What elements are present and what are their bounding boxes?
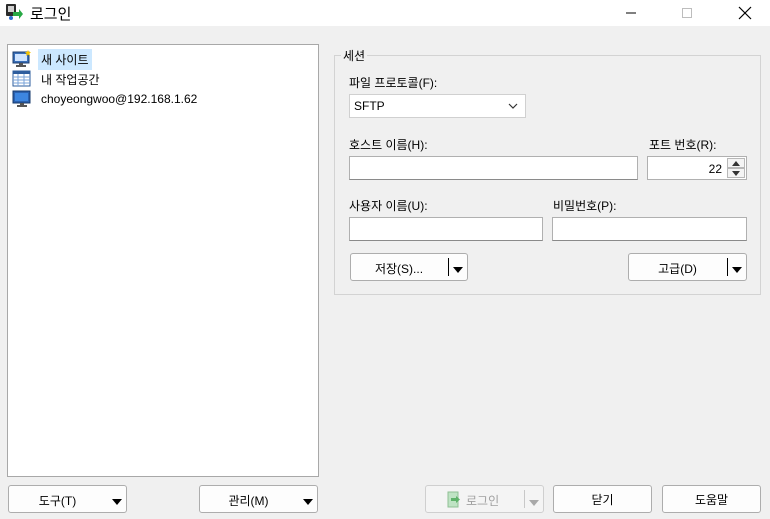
port-stepper[interactable]: 22	[647, 156, 747, 180]
dropdown-arrow-icon[interactable]	[452, 263, 464, 273]
tree-item-new-site[interactable]: 새 사이트	[12, 48, 92, 70]
maximize-icon[interactable]	[664, 0, 710, 26]
protocol-select[interactable]: SFTP	[349, 94, 526, 118]
login-button[interactable]: 로그인	[425, 485, 544, 513]
site-tree[interactable]: 새 사이트 내 작업공간 choyeongwoo@192.168.1.62	[7, 44, 319, 477]
user-field[interactable]	[349, 217, 543, 241]
user-label: 사용자 이름(U):	[349, 199, 428, 213]
tree-item-label: choyeongwoo@192.168.1.62	[41, 92, 198, 106]
dropdown-arrow-icon	[111, 495, 123, 505]
port-label: 포트 번호(R):	[649, 138, 717, 152]
password-label: 비밀번호(P):	[553, 199, 617, 213]
manage-button[interactable]: 관리(M)	[199, 485, 318, 513]
minimize-icon[interactable]	[608, 0, 654, 26]
close-button[interactable]: 닫기	[553, 485, 652, 513]
manage-button-label: 관리(M)	[228, 494, 269, 508]
chevron-down-icon	[507, 100, 519, 112]
advanced-button[interactable]: 고급(D)	[628, 253, 747, 281]
window-title: 로그인	[30, 6, 72, 23]
site-icon	[12, 90, 32, 108]
tree-item-label: 새 사이트	[38, 48, 92, 70]
protocol-value: SFTP	[354, 99, 385, 113]
host-label: 호스트 이름(H):	[349, 138, 428, 152]
protocol-label: 파일 프로토콜(F):	[349, 76, 438, 90]
help-button[interactable]: 도움말	[662, 485, 761, 513]
tree-item-label: 내 작업공간	[41, 72, 100, 87]
spin-up-icon[interactable]	[727, 158, 745, 168]
spin-down-icon[interactable]	[727, 168, 745, 178]
title-bar: 로그인	[0, 0, 770, 26]
help-button-label: 도움말	[694, 492, 729, 507]
session-legend: 세션	[341, 47, 368, 64]
dropdown-arrow-icon	[528, 496, 540, 510]
workspace-icon	[12, 70, 32, 88]
password-field[interactable]	[552, 217, 747, 241]
save-button-label: 저장(S)...	[374, 262, 424, 276]
dropdown-arrow-icon	[302, 495, 314, 505]
close-icon[interactable]	[722, 0, 768, 26]
dropdown-arrow-icon[interactable]	[731, 263, 743, 273]
advanced-button-label: 고급(D)	[658, 262, 697, 276]
split-divider	[448, 258, 449, 276]
split-divider	[524, 490, 525, 508]
close-button-label: 닫기	[591, 492, 614, 507]
tools-button-label: 도구(T)	[38, 494, 77, 508]
tools-button[interactable]: 도구(T)	[8, 485, 127, 513]
tree-item-workspace[interactable]: 내 작업공간	[12, 69, 103, 89]
host-field[interactable]	[349, 156, 638, 180]
login-icon	[447, 491, 464, 508]
tree-item-site[interactable]: choyeongwoo@192.168.1.62	[12, 89, 200, 109]
login-button-label: 로그인	[466, 494, 500, 508]
port-value: 22	[708, 162, 722, 176]
save-button[interactable]: 저장(S)...	[350, 253, 468, 281]
winscp-login-icon	[5, 3, 23, 21]
split-divider	[727, 258, 728, 276]
new-site-icon	[12, 50, 32, 68]
